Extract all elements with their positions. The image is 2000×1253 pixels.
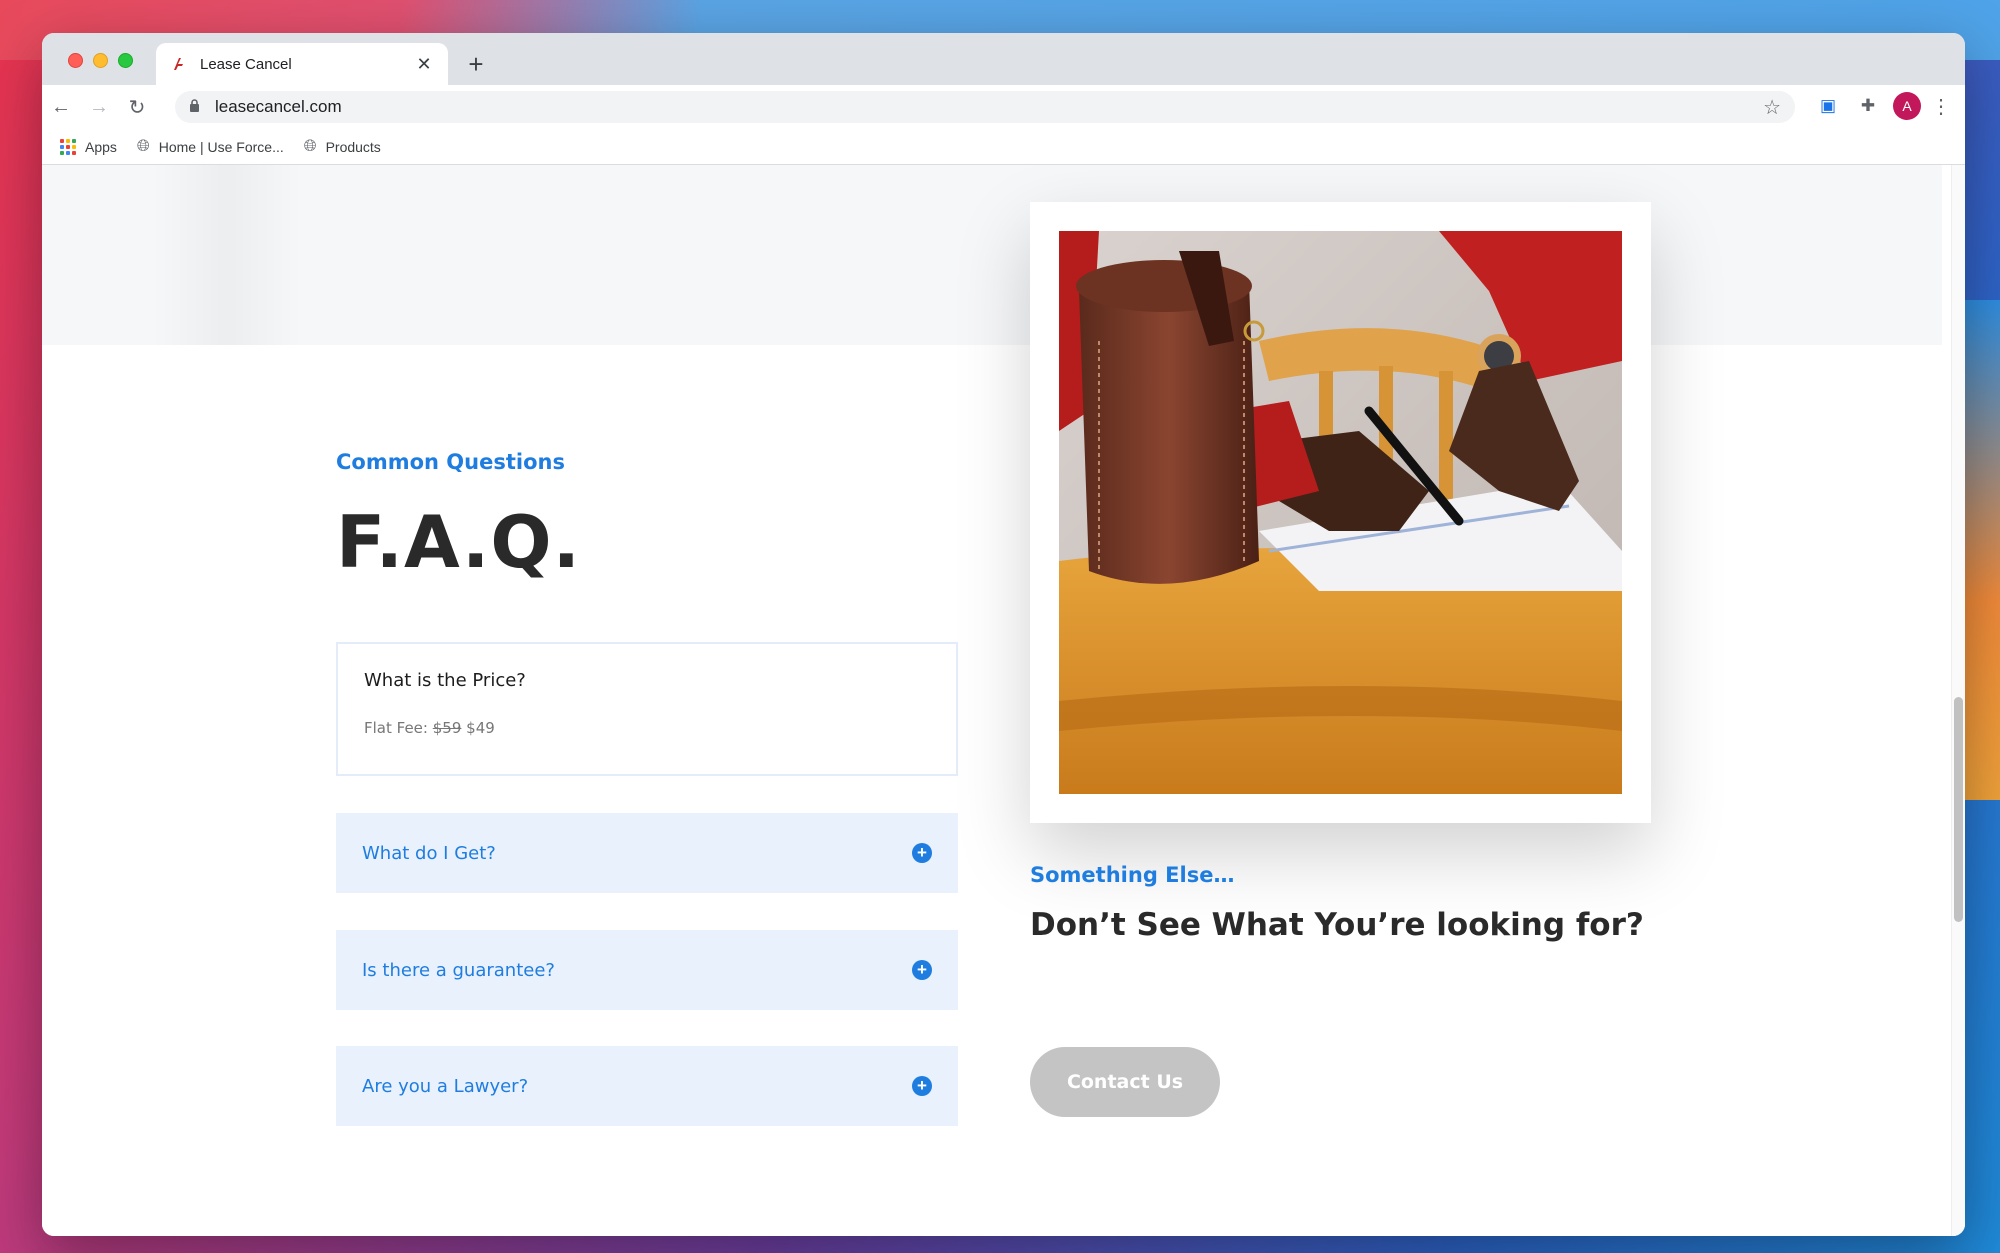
faq-item-what-do-i-get[interactable]: What do I Get? +: [336, 813, 958, 893]
apps-grid-icon: [60, 138, 76, 155]
browser-toolbar: ← → ↻ leasecancel.com ☆ ▣ ✚ A ⋮: [42, 85, 1965, 129]
reload-icon[interactable]: ↻: [118, 95, 156, 120]
faq-question: Is there a guarantee?: [362, 959, 555, 981]
profile-avatar[interactable]: A: [1893, 92, 1921, 120]
bookmark-star-icon[interactable]: ☆: [1763, 95, 1781, 120]
minimize-window-button[interactable]: [93, 53, 108, 68]
photo-card: [1030, 202, 1651, 823]
faq-item-price-expanded[interactable]: What is the Price? Flat Fee: $59 $49: [336, 642, 958, 776]
signing-document-photo: [1059, 231, 1622, 794]
faq-title: F.A.Q.: [336, 500, 581, 584]
hero-band: [42, 165, 1942, 345]
contact-us-button[interactable]: Contact Us: [1030, 1047, 1220, 1117]
puzzle-icon[interactable]: ✚: [1853, 91, 1883, 121]
tab-close-icon[interactable]: ✕: [414, 54, 434, 75]
cta-eyebrow: Something Else…: [1030, 863, 1235, 887]
back-arrow-icon[interactable]: ←: [42, 96, 80, 119]
faq-item-guarantee[interactable]: Is there a guarantee? +: [336, 930, 958, 1010]
forward-arrow-icon[interactable]: →: [80, 96, 118, 119]
old-price: $59: [432, 719, 462, 737]
faq-eyebrow: Common Questions: [336, 450, 565, 474]
plus-circle-icon[interactable]: +: [912, 960, 932, 980]
bookmark-apps[interactable]: Apps: [60, 138, 117, 155]
faq-question: What do I Get?: [362, 842, 496, 864]
scrollbar-thumb[interactable]: [1954, 697, 1963, 922]
tab-lease-cancel[interactable]: Lease Cancel ✕: [156, 43, 448, 85]
bookmark-label: Home | Use Force...: [158, 138, 284, 155]
url-text[interactable]: leasecancel.com: [215, 97, 1763, 117]
window-controls: [68, 53, 133, 68]
bookmark-products[interactable]: 🌐︎ Products: [304, 138, 381, 156]
new-tab-button[interactable]: +: [460, 49, 492, 81]
extensions-area: ▣ ✚ A ⋮: [1813, 91, 1951, 121]
globe-icon: 🌐︎: [303, 137, 317, 155]
faq-question: What is the Price?: [364, 670, 526, 691]
address-bar[interactable]: leasecancel.com ☆: [175, 91, 1795, 123]
desktop-wallpaper-edge: [1960, 300, 2000, 800]
bookmark-label: Products: [325, 138, 381, 155]
zoom-window-button[interactable]: [118, 53, 133, 68]
tab-title: Lease Cancel: [200, 55, 292, 73]
faq-answer: Flat Fee: $59 $49: [364, 719, 930, 737]
more-menu-icon[interactable]: ⋮: [1931, 94, 1951, 119]
plus-circle-icon[interactable]: +: [912, 843, 932, 863]
new-price: $49: [466, 719, 495, 737]
lock-icon[interactable]: [189, 99, 207, 115]
page-content: Common Questions F.A.Q. What is the Pric…: [42, 165, 1965, 1236]
globe-icon: 🌐︎: [136, 137, 150, 155]
bookmarks-bar: Apps 🌐︎ Home | Use Force... 🌐︎ Products: [42, 129, 1965, 165]
plus-circle-icon[interactable]: +: [912, 1076, 932, 1096]
hero-band-shade: [152, 165, 302, 345]
bookmark-label: Apps: [85, 138, 117, 155]
tab-strip: Lease Cancel ✕ +: [42, 33, 1965, 85]
close-window-button[interactable]: [68, 53, 83, 68]
bookmark-home-use-force[interactable]: 🌐︎ Home | Use Force...: [137, 138, 284, 156]
extension-icon[interactable]: ▣: [1813, 91, 1843, 121]
browser-window: Lease Cancel ✕ + ← → ↻ leasecancel.com ☆…: [42, 33, 1965, 1236]
faq-item-lawyer[interactable]: Are you a Lawyer? +: [336, 1046, 958, 1126]
answer-prefix: Flat Fee:: [364, 719, 428, 737]
faq-question: Are you a Lawyer?: [362, 1075, 529, 1097]
cta-title: Don’t See What You’re looking for?: [1030, 907, 1644, 943]
site-favicon-icon: [170, 55, 188, 73]
